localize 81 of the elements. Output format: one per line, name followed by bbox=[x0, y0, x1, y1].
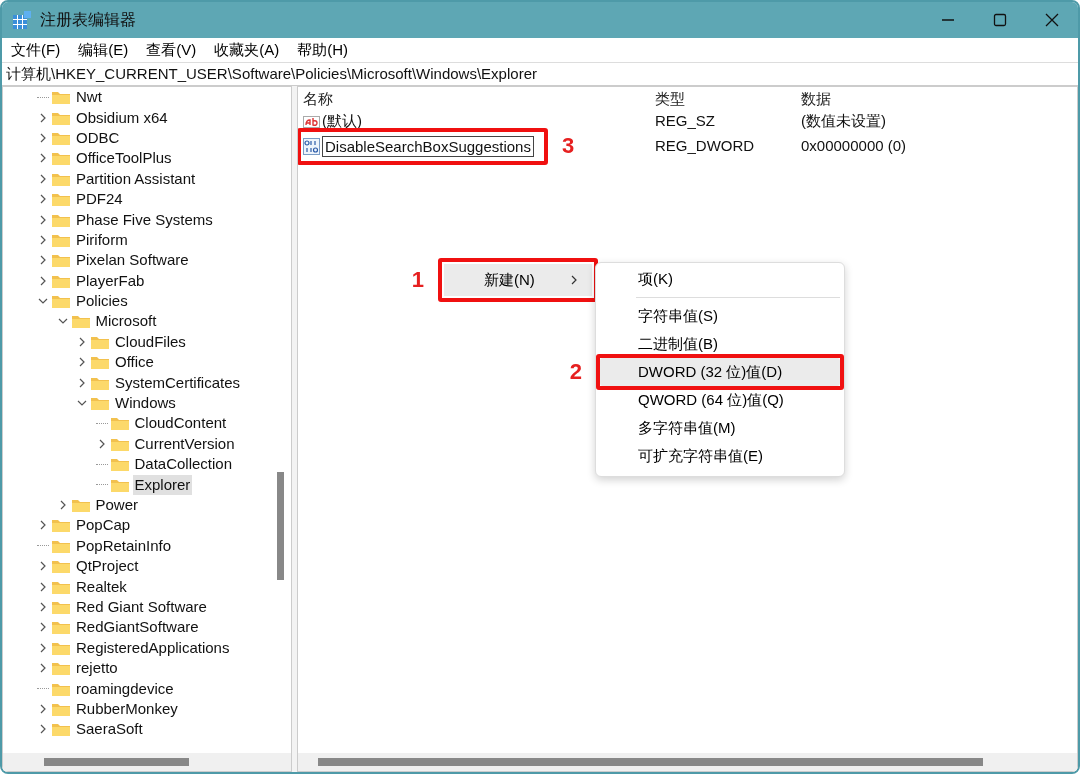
folder-icon bbox=[51, 191, 71, 208]
column-header[interactable]: 类型 bbox=[655, 87, 801, 110]
tree-item[interactable]: Partition Assistant bbox=[74, 168, 198, 189]
menu-item[interactable]: QWORD (64 位)值(Q) bbox=[600, 386, 840, 414]
maximize-icon bbox=[992, 13, 1008, 27]
close-icon bbox=[1044, 13, 1060, 27]
tree-item[interactable]: DataCollection bbox=[132, 454, 235, 475]
horizontal-scrollbar[interactable] bbox=[298, 753, 1077, 771]
tree-item[interactable]: Power bbox=[93, 495, 141, 515]
menu-item[interactable]: 多字符串值(M) bbox=[600, 414, 840, 442]
menu-item[interactable]: 帮助(H) bbox=[288, 39, 357, 61]
tree-item[interactable]: CloudContent bbox=[132, 413, 229, 434]
menu-item[interactable]: 可扩充字符串值(E) bbox=[600, 442, 840, 470]
folder-icon bbox=[51, 89, 71, 106]
tree-item[interactable]: RegisteredApplications bbox=[74, 637, 232, 658]
menu-item[interactable]: 字符串值(S) bbox=[600, 302, 840, 330]
menu-item[interactable]: 新建(N) bbox=[444, 264, 592, 296]
tree-item[interactable]: Red Giant Software bbox=[74, 596, 209, 617]
tree-item[interactable]: Office bbox=[113, 352, 156, 373]
tree-item[interactable]: Explorer bbox=[132, 474, 193, 495]
tree-item[interactable]: Windows bbox=[113, 393, 178, 414]
column-header[interactable]: 数据 bbox=[801, 87, 1077, 110]
tree-item[interactable]: PopCap bbox=[74, 515, 133, 536]
folder-icon bbox=[51, 721, 71, 738]
value-type: REG_SZ bbox=[655, 111, 715, 131]
rename-field[interactable]: DisableSearchBoxSuggestions bbox=[322, 135, 534, 157]
tree-item[interactable]: Phase Five Systems bbox=[74, 209, 215, 230]
tree-item[interactable]: CurrentVersion bbox=[132, 433, 237, 454]
tree-item[interactable]: PopRetainInfo bbox=[74, 535, 174, 556]
tree-item[interactable]: SystemCertificates bbox=[113, 372, 243, 393]
app-icon bbox=[12, 10, 32, 30]
tree-item[interactable]: OfficeToolPlus bbox=[74, 148, 174, 169]
menu-item[interactable]: 文件(F) bbox=[2, 39, 70, 61]
tree-item[interactable]: Obsidium x64 bbox=[74, 107, 170, 128]
tree-item[interactable]: Nwt bbox=[74, 87, 104, 108]
folder-icon bbox=[90, 354, 110, 371]
folder-icon bbox=[51, 150, 71, 167]
value-data: (数值未设置) bbox=[801, 111, 886, 131]
value-type: REG_DWORD bbox=[655, 136, 755, 156]
folder-icon bbox=[109, 415, 130, 432]
menu-item[interactable]: 二进制值(B) bbox=[600, 330, 840, 358]
tree-item[interactable]: RedGiantSoftware bbox=[74, 617, 201, 638]
tree-item[interactable]: PlayerFab bbox=[74, 270, 147, 291]
scrollbar-thumb[interactable] bbox=[277, 472, 284, 580]
menu-item[interactable]: 收藏夹(A) bbox=[205, 39, 289, 61]
step-number: 3 bbox=[561, 134, 575, 158]
menu-item[interactable]: 编辑(E) bbox=[69, 39, 138, 61]
tree-item[interactable]: SaeraSoft bbox=[74, 719, 145, 740]
folder-icon bbox=[51, 619, 71, 636]
folder-icon bbox=[90, 395, 110, 412]
value-data: 0x00000000 (0) bbox=[801, 136, 907, 156]
menu-item[interactable]: DWORD (32 位)值(D) bbox=[600, 358, 840, 386]
tree-item[interactable]: ODBC bbox=[74, 127, 122, 148]
tree-item[interactable]: PDF24 bbox=[74, 189, 125, 210]
folder-icon bbox=[51, 293, 71, 310]
menu-item[interactable]: 项(K) bbox=[600, 265, 840, 293]
tree-item[interactable]: Pixelan Software bbox=[74, 250, 191, 271]
tree-item[interactable]: roamingdevice bbox=[74, 678, 176, 699]
binary-value-icon bbox=[303, 137, 320, 155]
folder-icon bbox=[109, 456, 130, 473]
window-title: 注册表编辑器 bbox=[40, 10, 136, 30]
tree-item[interactable]: Policies bbox=[74, 291, 130, 312]
tree-item[interactable]: RubberMonkey bbox=[74, 698, 180, 719]
tree-item[interactable]: rejetto bbox=[74, 658, 120, 679]
step-number: 1 bbox=[411, 268, 424, 292]
tree-item[interactable]: Realtek bbox=[74, 576, 129, 597]
menu-item[interactable]: 查看(V) bbox=[137, 39, 206, 61]
step-number: 2 bbox=[569, 360, 582, 384]
folder-icon bbox=[70, 313, 91, 330]
column-header[interactable]: 名称 bbox=[303, 87, 655, 110]
tree-item[interactable]: Piriform bbox=[74, 229, 130, 250]
folder-icon bbox=[51, 252, 71, 269]
tree-item[interactable]: QtProject bbox=[74, 556, 141, 577]
folder-icon bbox=[51, 558, 71, 575]
folder-icon bbox=[51, 660, 71, 677]
address-bar[interactable]: 计算机\HKEY_CURRENT_USER\Software\Policies\Microsoft\Windows\Explorer bbox=[2, 62, 1078, 86]
folder-icon bbox=[70, 497, 91, 513]
tree-item[interactable]: CloudFiles bbox=[113, 331, 188, 352]
horizontal-scrollbar[interactable] bbox=[3, 753, 291, 771]
tree-item[interactable]: Microsoft bbox=[93, 311, 159, 332]
folder-icon bbox=[51, 517, 71, 534]
